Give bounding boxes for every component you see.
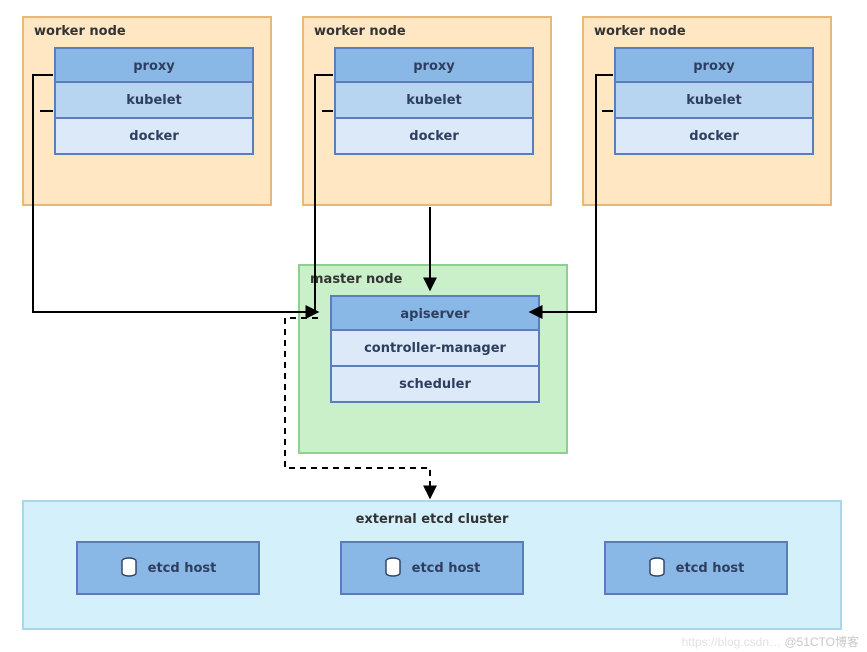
master-node-stack: apiserver controller-manager scheduler (330, 295, 540, 403)
worker-node-stack: proxy kubelet docker (54, 47, 254, 155)
component-docker: docker (54, 119, 254, 155)
worker-node-title: worker node (594, 24, 820, 39)
watermark: https://blog.csdn… @51CTO博客 (682, 633, 859, 650)
component-apiserver: apiserver (330, 295, 540, 331)
etcd-cluster: external etcd cluster etcd host etcd hos… (22, 500, 842, 630)
component-docker: docker (334, 119, 534, 155)
etcd-host-label: etcd host (412, 561, 481, 576)
etcd-host-3: etcd host (604, 541, 788, 595)
etcd-host-2: etcd host (340, 541, 524, 595)
master-node-title: master node (310, 272, 556, 287)
component-controller-manager: controller-manager (330, 331, 540, 367)
watermark-text: @51CTO博客 (784, 635, 859, 649)
diagram-canvas: worker node proxy kubelet docker worker … (0, 0, 867, 652)
worker-node-stack: proxy kubelet docker (334, 47, 534, 155)
database-icon (120, 557, 138, 579)
worker-node-2: worker node proxy kubelet docker (302, 16, 552, 206)
watermark-url: https://blog.csdn… (682, 635, 781, 649)
component-scheduler: scheduler (330, 367, 540, 403)
component-kubelet: kubelet (54, 83, 254, 119)
worker-node-title: worker node (34, 24, 260, 39)
etcd-host-1: etcd host (76, 541, 260, 595)
worker-node-stack: proxy kubelet docker (614, 47, 814, 155)
worker-node-3: worker node proxy kubelet docker (582, 16, 832, 206)
master-node: master node apiserver controller-manager… (298, 264, 568, 454)
etcd-host-label: etcd host (148, 561, 217, 576)
component-docker: docker (614, 119, 814, 155)
etcd-cluster-title: external etcd cluster (36, 512, 828, 527)
etcd-hosts-row: etcd host etcd host etcd host (36, 541, 828, 595)
database-icon (384, 557, 402, 579)
component-proxy: proxy (334, 47, 534, 83)
worker-node-1: worker node proxy kubelet docker (22, 16, 272, 206)
component-kubelet: kubelet (614, 83, 814, 119)
database-icon (648, 557, 666, 579)
component-proxy: proxy (614, 47, 814, 83)
component-kubelet: kubelet (334, 83, 534, 119)
worker-node-title: worker node (314, 24, 540, 39)
etcd-host-label: etcd host (676, 561, 745, 576)
component-proxy: proxy (54, 47, 254, 83)
